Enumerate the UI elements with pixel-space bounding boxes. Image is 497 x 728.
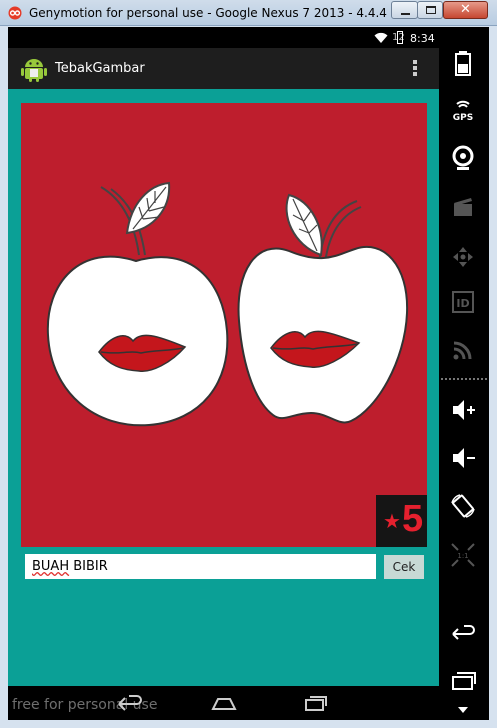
pixel-scale-icon[interactable]: 1:1	[448, 540, 478, 570]
volume-up-icon[interactable]	[448, 395, 478, 425]
answer-input[interactable]: BUAH BIBIR	[25, 554, 376, 579]
gps-icon[interactable]: GPS	[448, 96, 478, 126]
volume-down-icon[interactable]	[448, 443, 478, 473]
close-icon: ✕	[460, 2, 471, 17]
rotate-icon[interactable]	[448, 491, 478, 521]
genymotion-icon	[8, 6, 22, 20]
rss-icon[interactable]	[448, 335, 478, 365]
battery-icon[interactable]	[448, 48, 478, 78]
watermark-text: free for personal use	[12, 697, 158, 713]
more-icon[interactable]	[448, 697, 478, 727]
puzzle-image	[21, 103, 427, 547]
wifi-icon	[374, 32, 388, 43]
camera-icon[interactable]	[448, 143, 478, 173]
svg-text:GPS: GPS	[453, 113, 473, 123]
overflow-menu-icon[interactable]	[413, 60, 418, 76]
maximize-icon	[426, 6, 436, 14]
toolbar-separator	[441, 378, 487, 380]
status-time: 8:34	[410, 32, 435, 45]
minimize-button[interactable]	[391, 1, 418, 19]
answer-rest: BIBIR	[69, 559, 108, 574]
dpad-icon[interactable]	[448, 242, 478, 272]
close-button[interactable]: ✕	[443, 1, 488, 19]
answer-underlined-word: BUAH	[32, 559, 70, 574]
star-icon: ★	[383, 509, 401, 533]
svg-text:1:1: 1:1	[457, 552, 468, 560]
maximize-button[interactable]	[417, 1, 443, 19]
apple-lips-illustration	[46, 181, 409, 427]
id-icon[interactable]: ID	[448, 287, 478, 317]
window-title: Genymotion for personal use - Google Nex…	[29, 6, 430, 20]
svg-text:ID: ID	[456, 297, 469, 310]
genymotion-toolbar	[439, 27, 489, 720]
recent-apps-icon[interactable]	[448, 666, 478, 696]
minimize-icon	[401, 13, 410, 15]
score-value: 5	[402, 498, 424, 540]
recent-apps-nav-icon[interactable]	[302, 692, 328, 714]
back-icon[interactable]	[448, 620, 478, 650]
battery-status-icon	[397, 31, 403, 44]
home-nav-icon[interactable]	[210, 692, 238, 714]
check-button[interactable]: Cek	[384, 555, 424, 579]
screencast-icon[interactable]	[448, 192, 478, 222]
app-title: TebakGambar	[55, 61, 145, 76]
android-logo-icon	[21, 59, 47, 82]
